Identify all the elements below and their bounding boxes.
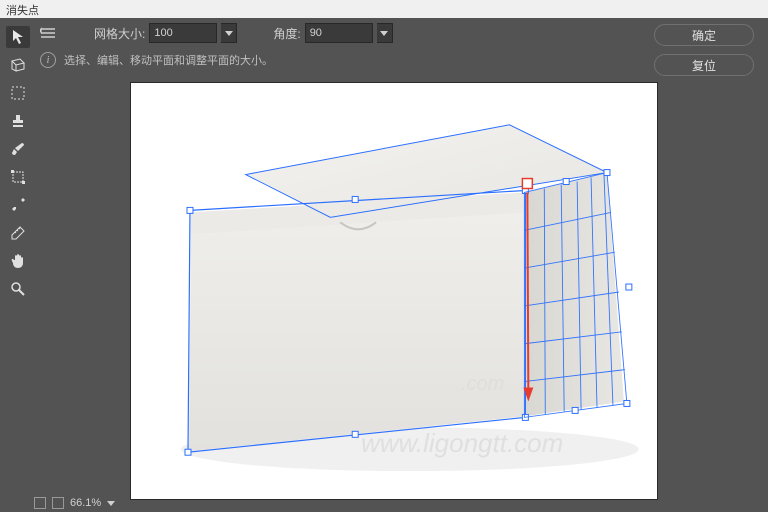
measure-tool[interactable] (6, 222, 30, 244)
zoom-level[interactable]: 66.1% (70, 497, 101, 509)
transform-tool[interactable] (6, 166, 30, 188)
reset-button[interactable]: 复位 (654, 54, 754, 76)
eyedropper-tool[interactable] (6, 194, 30, 216)
ok-button[interactable]: 确定 (654, 24, 754, 46)
hand-tool[interactable] (6, 250, 30, 272)
angle-input[interactable] (305, 23, 373, 43)
info-icon: i (40, 52, 56, 68)
angle-dropdown[interactable] (377, 23, 393, 43)
grid-size-input[interactable] (149, 23, 217, 43)
view-toggle-2[interactable] (52, 497, 64, 509)
flyout-menu-icon[interactable] (40, 26, 58, 40)
title-bar: 消失点 (0, 0, 768, 18)
grid-size-dropdown[interactable] (221, 23, 237, 43)
window-title: 消失点 (6, 5, 39, 17)
edit-plane-tool[interactable] (6, 26, 30, 48)
grid-size-label: 网格大小: (94, 25, 145, 42)
canvas[interactable]: www.ligongtt.com .com (130, 82, 658, 500)
angle-field: 角度: (273, 23, 392, 43)
hint-text: 选择、编辑、移动平面和调整平面的大小。 (64, 52, 273, 68)
status-bar: 66.1% (34, 494, 115, 512)
view-toggle-1[interactable] (34, 497, 46, 509)
chevron-down-icon[interactable] (107, 501, 115, 506)
zoom-tool[interactable] (6, 278, 30, 300)
options-bar: 网格大小: 角度: (0, 18, 768, 48)
stamp-tool[interactable] (6, 110, 30, 132)
brush-tool[interactable] (6, 138, 30, 160)
tool-column (4, 24, 32, 300)
hint-bar: i 选择、编辑、移动平面和调整平面的大小。 (0, 48, 768, 72)
create-plane-tool[interactable] (6, 54, 30, 76)
angle-label: 角度: (273, 25, 300, 42)
dialog-buttons: 确定 复位 (654, 24, 754, 76)
grid-size-field: 网格大小: (94, 23, 237, 43)
marquee-tool[interactable] (6, 82, 30, 104)
